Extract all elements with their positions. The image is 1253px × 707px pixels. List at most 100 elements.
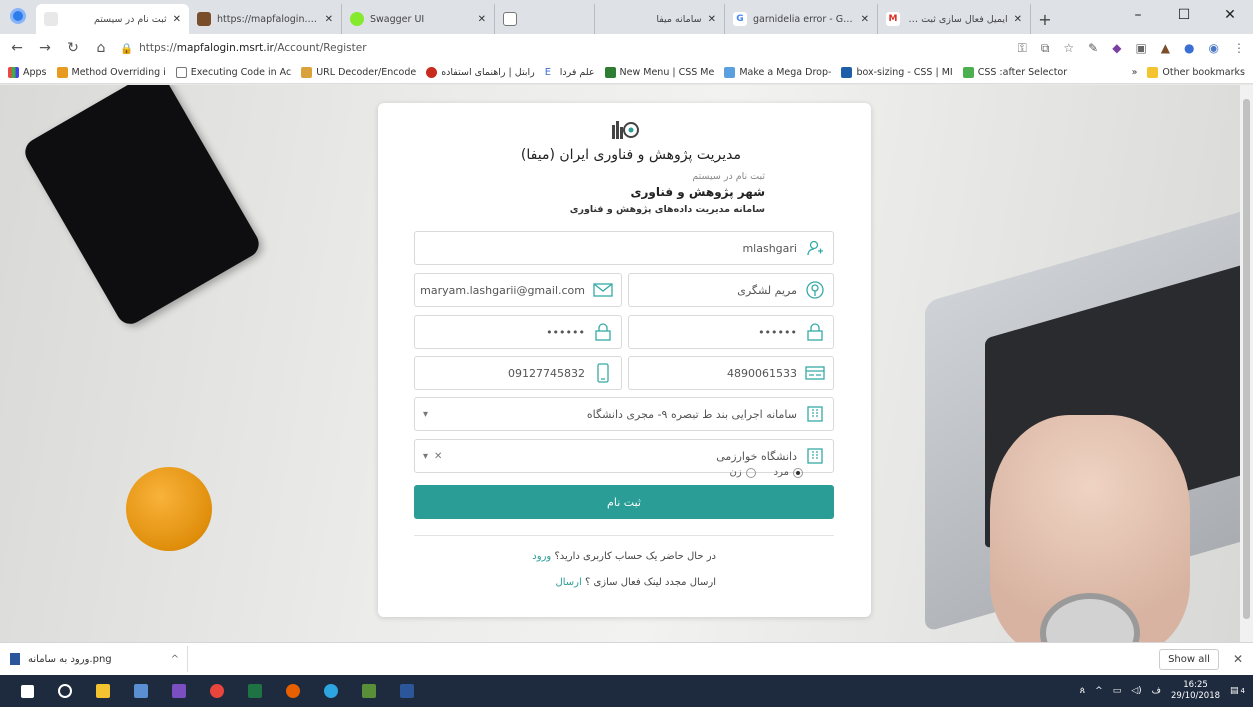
- input-language[interactable]: ف: [1152, 686, 1161, 696]
- maximize-button[interactable]: ☐: [1161, 0, 1207, 30]
- id-badge-icon: [805, 280, 825, 300]
- bookmark-item[interactable]: Method Overriding i: [56, 67, 166, 78]
- bookmark-item[interactable]: CSS :after Selector: [962, 67, 1067, 78]
- more-bookmarks-button[interactable]: »: [1132, 67, 1138, 78]
- close-window-button[interactable]: ✕: [1207, 0, 1253, 30]
- notification-icon[interactable]: ▤ 4: [1230, 686, 1245, 696]
- username-field[interactable]: mlashgari: [414, 231, 834, 265]
- blank-page-icon: [503, 12, 517, 26]
- bookmark-apps[interactable]: Apps: [8, 67, 47, 78]
- taskbar-app[interactable]: [122, 675, 160, 707]
- close-tab-icon[interactable]: ✕: [1014, 14, 1022, 25]
- bookmark-item[interactable]: Executing Code in Ac: [175, 67, 291, 78]
- close-tab-icon[interactable]: ✕: [708, 14, 716, 25]
- national-code-value: 4890061533: [727, 366, 797, 380]
- gender-male-option[interactable]: مرد: [774, 467, 803, 478]
- register-button[interactable]: ثبت نام: [414, 485, 834, 519]
- national-code-field[interactable]: 4890061533: [628, 356, 834, 390]
- taskbar-app[interactable]: [84, 675, 122, 707]
- profile-avatar-icon[interactable]: ◉: [1209, 41, 1219, 55]
- close-tab-icon[interactable]: ✕: [325, 14, 333, 25]
- bookmark-item[interactable]: box-sizing - CSS | MI: [841, 67, 953, 78]
- browser-toolbar: ← → ↻ ⌂ 🔒 https://mapfalogin.msrt.ir/Acc…: [0, 34, 1253, 62]
- taskbar-app[interactable]: [198, 675, 236, 707]
- taskbar-app[interactable]: [350, 675, 388, 707]
- other-bookmarks[interactable]: Other bookmarks: [1147, 67, 1245, 78]
- close-tab-icon[interactable]: ✕: [861, 14, 869, 25]
- tab-swagger[interactable]: Swagger UI ✕: [342, 4, 495, 34]
- tab-google-search[interactable]: G garnidelia error - Google Searc ✕: [725, 4, 878, 34]
- fullname-field[interactable]: مریم لشگری: [628, 273, 834, 307]
- radio-button[interactable]: [793, 467, 803, 478]
- download-item[interactable]: ورود به سامانه.png ^: [10, 646, 188, 672]
- taskbar-app[interactable]: [160, 675, 198, 707]
- menu-icon[interactable]: ⋮: [1233, 41, 1245, 55]
- orange-fruit-image: [126, 467, 212, 551]
- taskbar-app[interactable]: [274, 675, 312, 707]
- chevron-up-icon[interactable]: ^: [1095, 686, 1103, 696]
- password-confirm-value: ••••••: [546, 325, 585, 339]
- clear-selection-icon[interactable]: ✕: [434, 451, 442, 462]
- tab-strip: ثبت نام در سیستم ✕ https://mapfalogin.ms…: [0, 0, 1253, 34]
- new-tab-button[interactable]: +: [1031, 4, 1059, 34]
- translate-icon[interactable]: ⧉: [1041, 41, 1050, 56]
- resend-link[interactable]: ارسال: [555, 577, 581, 588]
- organization-select[interactable]: ▾ سامانه اجرایی بند ط تبصره ۹- مجری دانش…: [414, 397, 834, 431]
- tab-blank[interactable]: [495, 4, 595, 34]
- scrollbar-thumb[interactable]: [1243, 99, 1250, 619]
- pen-extension-icon[interactable]: ✎: [1088, 41, 1098, 55]
- close-download-bar-button[interactable]: ✕: [1233, 652, 1243, 666]
- password-field[interactable]: ••••••: [628, 315, 834, 349]
- address-bar[interactable]: 🔒 https://mapfalogin.msrt.ir/Account/Reg…: [120, 42, 367, 55]
- login-link[interactable]: ورود: [532, 551, 551, 562]
- search-button[interactable]: [46, 675, 84, 707]
- bookmark-item[interactable]: Make a Mega Drop-: [724, 67, 831, 78]
- password-value: ••••••: [758, 325, 797, 339]
- forward-button[interactable]: →: [36, 40, 54, 56]
- bookmark-item[interactable]: URL Decoder/Encode: [301, 67, 416, 78]
- tab-register[interactable]: ثبت نام در سیستم ✕: [36, 4, 189, 34]
- mobile-field[interactable]: 09127745832: [414, 356, 622, 390]
- building-icon: [805, 404, 825, 424]
- reload-button[interactable]: ↻: [64, 40, 82, 56]
- tab-gmail[interactable]: M ایمیل فعال سازی ثبت نام : 1331 ✕: [878, 4, 1031, 34]
- network-icon[interactable]: ▭: [1113, 686, 1122, 696]
- taskbar-app[interactable]: [312, 675, 350, 707]
- email-field[interactable]: maryam.lashgarii@gmail.com: [414, 273, 622, 307]
- extension-icon[interactable]: ▲: [1161, 41, 1170, 55]
- taskbar-app[interactable]: [236, 675, 274, 707]
- tab-title: ثبت نام در سیستم: [93, 13, 167, 25]
- gender-female-option[interactable]: زن: [729, 467, 756, 478]
- chevron-up-icon[interactable]: ^: [171, 654, 179, 665]
- chevron-down-icon[interactable]: ▾: [423, 451, 428, 462]
- tab-title: garnidelia error - Google Searc: [753, 13, 855, 25]
- chevron-down-icon[interactable]: ▾: [423, 409, 428, 420]
- extension-icon[interactable]: ●: [1184, 41, 1194, 55]
- camera-extension-icon[interactable]: ▣: [1135, 41, 1146, 55]
- show-all-button[interactable]: Show all: [1159, 648, 1219, 670]
- page-scrollbar[interactable]: [1240, 85, 1253, 642]
- extension-icon[interactable]: ◆: [1112, 41, 1121, 55]
- home-button[interactable]: ⌂: [92, 40, 110, 56]
- bookmark-item[interactable]: E علم فردا: [544, 67, 595, 78]
- people-icon[interactable]: ጰ: [1080, 686, 1085, 696]
- key-icon[interactable]: ⚿: [1018, 41, 1027, 56]
- back-button[interactable]: ←: [8, 40, 26, 56]
- radio-button[interactable]: [745, 467, 756, 478]
- close-tab-icon[interactable]: ✕: [173, 14, 181, 25]
- taskbar-app[interactable]: [388, 675, 426, 707]
- bookmark-item[interactable]: New Menu | CSS Me: [604, 67, 714, 78]
- download-filename: ورود به سامانه.png: [28, 653, 112, 665]
- volume-icon[interactable]: ◁): [1131, 686, 1141, 696]
- minimize-button[interactable]: –: [1115, 0, 1161, 30]
- clock[interactable]: 16:25 29/10/2018: [1171, 680, 1220, 702]
- bookmark-item[interactable]: رابتل | راهنمای استفاده: [426, 67, 535, 78]
- tab-mifa[interactable]: سامانه میفا ✕: [595, 4, 725, 34]
- tab-mapfalogin[interactable]: https://mapfalogin.msrt.ir/Acc ✕: [189, 4, 342, 34]
- close-tab-icon[interactable]: ✕: [478, 14, 486, 25]
- bookmark-favicon-icon: [56, 67, 68, 78]
- start-button[interactable]: [8, 675, 46, 707]
- star-icon[interactable]: ☆: [1063, 41, 1074, 55]
- password-confirm-field[interactable]: ••••••: [414, 315, 622, 349]
- mifa-logo-icon: [612, 121, 639, 139]
